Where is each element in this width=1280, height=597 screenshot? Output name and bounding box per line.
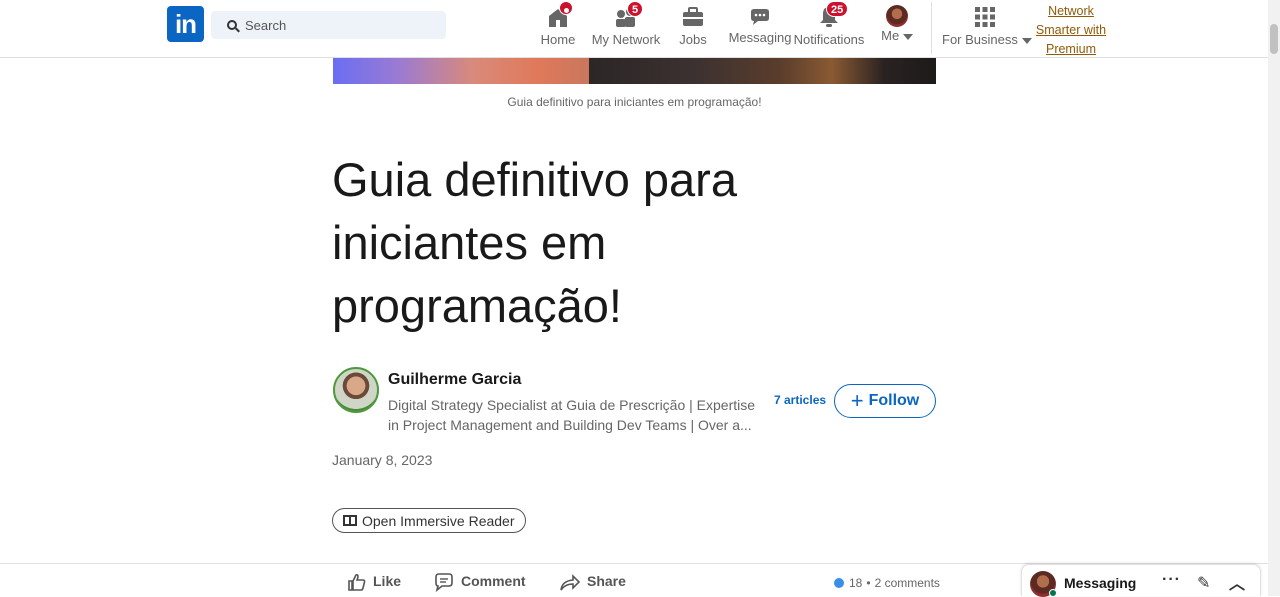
follow-label: Follow <box>868 392 920 409</box>
bell-icon: 25 <box>816 1 849 30</box>
article-title: Guia definitivo para iniciantes em progr… <box>332 153 737 332</box>
chevron-down-icon <box>902 33 913 40</box>
network-badge: 5 <box>627 1 644 17</box>
people-icon: 5 <box>613 1 644 30</box>
premium-upsell-link[interactable]: Network Smarter with Premium <box>1030 2 1112 59</box>
immersive-reader-label: Open Immersive Reader <box>362 512 515 529</box>
messaging-overlay[interactable]: Messaging ··· ✎ ︿ <box>1021 564 1261 597</box>
notifications-badge: 25 <box>826 1 849 17</box>
like-label: Like <box>373 573 402 589</box>
share-label: Share <box>587 573 626 589</box>
briefcase-icon <box>680 4 706 30</box>
book-icon <box>343 515 357 526</box>
home-icon <box>545 1 573 30</box>
nav-me-label-wrap: Me <box>878 28 916 43</box>
comment-icon <box>433 572 455 593</box>
author-avatar[interactable] <box>333 367 379 413</box>
search-placeholder: Search <box>245 17 287 33</box>
nav-me[interactable]: Me <box>878 0 916 58</box>
share-button[interactable]: Share <box>559 572 626 591</box>
nav-my-network-label: My Network <box>591 32 661 47</box>
search-icon <box>227 20 237 30</box>
premium-line-3: Premium <box>1045 42 1096 56</box>
nav-me-label: Me <box>881 28 900 43</box>
nav-messaging[interactable]: Messaging <box>728 0 792 58</box>
comment-label: Comment <box>461 573 526 589</box>
cover-image-right <box>589 58 936 84</box>
author-articles-link[interactable]: 7 articles <box>774 393 826 407</box>
premium-line-2: Smarter with <box>1035 23 1107 37</box>
share-icon <box>559 572 581 591</box>
author-name[interactable]: Guilherme Garcia <box>388 371 521 389</box>
follow-button[interactable]: + Follow <box>834 384 936 418</box>
nav-jobs-label: Jobs <box>679 32 707 47</box>
global-nav: in Search Home 5 My Network Jobs Messagi… <box>0 0 1268 58</box>
nav-for-business[interactable]: For Business <box>942 0 1032 58</box>
nav-home[interactable]: Home <box>538 0 578 58</box>
nav-home-label: Home <box>540 32 576 47</box>
author-headline: Digital Strategy Specialist at Guia de P… <box>388 397 756 433</box>
nav-for-business-label-wrap: For Business <box>942 32 1032 47</box>
nav-jobs[interactable]: Jobs <box>677 0 709 58</box>
reactions-count: 18 <box>849 576 863 590</box>
nav-notifications-label: Notifications <box>793 32 865 47</box>
comment-button[interactable]: Comment <box>433 572 526 593</box>
nav-my-network[interactable]: 5 My Network <box>590 0 662 58</box>
collapse-icon[interactable]: ︿ <box>1229 570 1245 594</box>
plus-icon: + <box>850 388 864 413</box>
cover-caption: Guia definitivo para iniciantes em progr… <box>507 95 762 109</box>
search-input[interactable]: Search <box>211 11 446 39</box>
reactions-separator: • <box>866 576 871 590</box>
like-button[interactable]: Like <box>347 572 402 591</box>
nav-messaging-label: Messaging <box>728 30 792 45</box>
more-options-icon[interactable]: ··· <box>1162 571 1181 589</box>
compose-icon[interactable]: ✎ <box>1197 573 1210 593</box>
comments-count[interactable]: 2 comments <box>875 576 940 590</box>
scrollbar-thumb[interactable] <box>1270 24 1278 54</box>
author-block: Guilherme Garcia Digital Strategy Specia… <box>333 367 936 437</box>
immersive-reader-button[interactable]: Open Immersive Reader <box>332 508 526 533</box>
cover-image <box>333 58 936 84</box>
linkedin-logo[interactable]: in <box>167 6 204 42</box>
premium-line-1: Network <box>1048 4 1094 18</box>
publish-date: January 8, 2023 <box>332 452 433 468</box>
reactions-summary[interactable]: 18 • 2 comments <box>833 576 940 590</box>
thumbs-up-icon <box>347 572 367 591</box>
messaging-title: Messaging <box>1064 575 1137 591</box>
me-avatar <box>886 5 908 27</box>
nav-for-business-label: For Business <box>942 32 1018 47</box>
home-notification-dot <box>559 1 573 15</box>
page-scrollbar[interactable] <box>1268 0 1280 596</box>
grid-icon <box>972 4 998 30</box>
like-reaction-icon <box>833 577 845 589</box>
nav-divider <box>931 2 932 54</box>
cover-image-left <box>333 58 589 84</box>
nav-notifications[interactable]: 25 Notifications <box>793 0 865 58</box>
chat-icon <box>747 4 773 30</box>
